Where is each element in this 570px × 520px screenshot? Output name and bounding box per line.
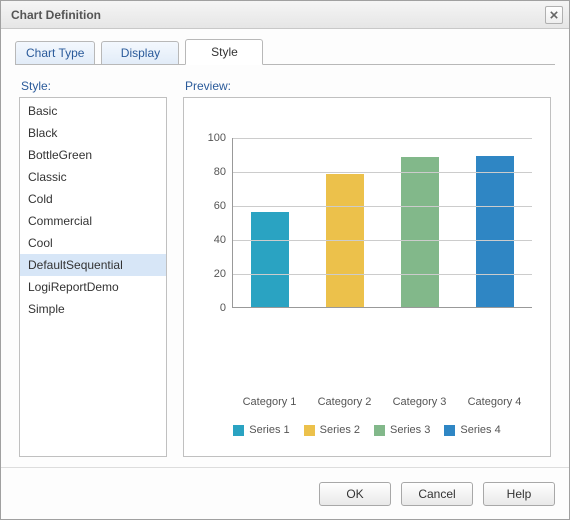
help-button[interactable]: Help (483, 482, 555, 506)
style-item[interactable]: Cold (20, 188, 166, 210)
legend-label: Series 3 (390, 424, 430, 436)
x-tick-label: Category 1 (237, 396, 303, 408)
y-tick-label: 80 (214, 166, 226, 178)
chart-area: 020406080100 (202, 138, 532, 390)
chart-plot (232, 138, 532, 308)
y-tick-label: 20 (214, 268, 226, 280)
grid-line (233, 274, 532, 275)
grid-line (233, 240, 532, 241)
tab-style[interactable]: Style (185, 39, 263, 65)
preview-box: 020406080100 Category 1Category 2Categor… (183, 97, 551, 457)
chart-bars (233, 138, 532, 307)
chart-bar (251, 212, 289, 307)
tabs: Chart TypeDisplayStyle (15, 39, 555, 65)
style-item[interactable]: Classic (20, 166, 166, 188)
legend-swatch (444, 425, 455, 436)
y-tick-label: 100 (208, 132, 226, 144)
x-tick-label: Category 3 (387, 396, 453, 408)
style-item[interactable]: DefaultSequential (20, 254, 166, 276)
preview-side: Preview: 020406080100 Category 1Category… (183, 79, 551, 457)
style-item[interactable]: LogiReportDemo (20, 276, 166, 298)
chart-definition-dialog: Chart Definition Chart TypeDisplayStyle … (0, 0, 570, 520)
legend-label: Series 1 (249, 424, 289, 436)
style-panel: Style: BasicBlackBottleGreenClassicColdC… (15, 65, 555, 467)
y-tick-label: 40 (214, 234, 226, 246)
style-item[interactable]: Commercial (20, 210, 166, 232)
chart-legend: Series 1 Series 2 Series 3 Series 4 (202, 424, 532, 436)
style-item[interactable]: Black (20, 122, 166, 144)
chart-bar (401, 157, 439, 307)
legend-swatch (374, 425, 385, 436)
style-item[interactable]: Cool (20, 232, 166, 254)
x-tick-label: Category 2 (312, 396, 378, 408)
dialog-body: Chart TypeDisplayStyle Style: BasicBlack… (1, 29, 569, 467)
style-list[interactable]: BasicBlackBottleGreenClassicColdCommerci… (19, 97, 167, 457)
style-side: Style: BasicBlackBottleGreenClassicColdC… (19, 79, 167, 457)
tab-chart-type[interactable]: Chart Type (15, 41, 95, 65)
legend-item: Series 3 (374, 424, 430, 436)
tab-display[interactable]: Display (101, 41, 179, 65)
legend-swatch (233, 425, 244, 436)
legend-item: Series 1 (233, 424, 289, 436)
x-tick-label: Category 4 (462, 396, 528, 408)
preview-label: Preview: (183, 79, 551, 93)
y-tick-label: 60 (214, 200, 226, 212)
style-item[interactable]: Simple (20, 298, 166, 320)
window-title: Chart Definition (11, 8, 545, 22)
legend-label: Series 4 (460, 424, 500, 436)
legend-item: Series 4 (444, 424, 500, 436)
ok-button[interactable]: OK (319, 482, 391, 506)
chart-bar (476, 156, 514, 307)
grid-line (233, 138, 532, 139)
legend-label: Series 2 (320, 424, 360, 436)
style-item[interactable]: Basic (20, 100, 166, 122)
style-item[interactable]: BottleGreen (20, 144, 166, 166)
cancel-button[interactable]: Cancel (401, 482, 473, 506)
close-icon (550, 11, 558, 19)
x-axis-labels: Category 1 Category 2 Category 3 Category 4 (232, 396, 532, 408)
y-tick-label: 0 (220, 302, 226, 314)
titlebar: Chart Definition (1, 1, 569, 29)
grid-line (233, 172, 532, 173)
style-label: Style: (19, 79, 167, 93)
y-axis: 020406080100 (202, 138, 232, 308)
close-button[interactable] (545, 6, 563, 24)
grid-line (233, 206, 532, 207)
legend-item: Series 2 (304, 424, 360, 436)
dialog-buttons: OK Cancel Help (1, 467, 569, 519)
legend-swatch (304, 425, 315, 436)
